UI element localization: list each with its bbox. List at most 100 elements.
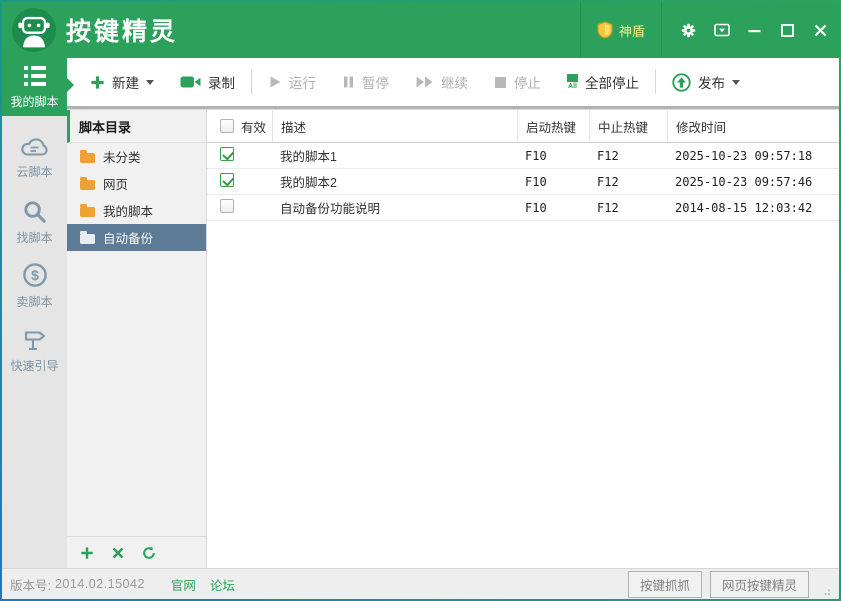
folder-label: 我的脚本 [103, 201, 153, 220]
version-value: 2014.02.15042 [55, 577, 145, 591]
row-modified: 2025-10-23 09:57:18 [675, 149, 839, 163]
column-stop-hotkey: 中止热键 [589, 110, 675, 142]
row-stop-hotkey: F12 [597, 175, 675, 189]
stop-icon [494, 76, 507, 89]
shield-icon [597, 21, 613, 39]
titlebar-separator [661, 2, 662, 58]
row-desc: 我的脚本1 [280, 146, 525, 165]
folder-item-my-scripts[interactable]: 我的脚本 [67, 197, 206, 224]
button-label: 暂停 [362, 72, 389, 92]
table-row[interactable]: 自动备份功能说明 F10 F12 2014-08-15 12:03:42 [207, 195, 839, 221]
refresh-folder-button[interactable] [142, 546, 156, 560]
pause-button[interactable]: 暂停 [329, 67, 402, 97]
sidebar-item-label: 找脚本 [16, 229, 52, 246]
table-header: 有效 描述 启动热键 中止热键 修改时间 [207, 110, 839, 143]
toolbar-separator [655, 70, 656, 94]
resize-grip[interactable] [821, 586, 831, 596]
row-checkbox[interactable] [220, 147, 234, 161]
button-label: 录制 [208, 72, 235, 92]
close-button[interactable] [804, 2, 837, 58]
folder-icon [80, 234, 95, 244]
cloud-icon [20, 136, 50, 158]
resume-button[interactable]: 继续 [402, 67, 481, 97]
sidebar-item-cloud-scripts[interactable]: 云脚本 [2, 126, 67, 190]
sidebar: 我的脚本 云脚本 找脚本 $ [2, 58, 67, 568]
forum-link[interactable]: 论坛 [210, 575, 235, 594]
button-label: 继续 [441, 72, 468, 92]
row-start-hotkey: F10 [525, 175, 597, 189]
statusbar: 版本号: 2014.02.15042 官网 论坛 按键抓抓 网页按键精灵 [2, 568, 839, 599]
close-icon [814, 24, 827, 37]
key-capture-button[interactable]: 按键抓抓 [628, 571, 702, 598]
select-all-checkbox[interactable] [220, 119, 234, 133]
row-checkbox[interactable] [220, 173, 234, 187]
button-label: 发布 [698, 72, 725, 92]
folder-panel-title: 脚本目录 [67, 110, 206, 143]
button-label: 新建 [112, 72, 139, 92]
table-row[interactable]: 我的脚本2 F10 F12 2025-10-23 09:57:46 [207, 169, 839, 195]
shield-label: 神盾 [619, 21, 645, 40]
row-stop-hotkey: F12 [597, 149, 675, 163]
column-start-hotkey: 启动热键 [517, 110, 597, 142]
minimize-icon [748, 24, 761, 37]
settings-button[interactable] [672, 2, 705, 58]
sidebar-item-label: 快速引导 [10, 357, 58, 374]
toolbar: 新建 录制 运行 [67, 58, 839, 106]
folder-icon [80, 180, 95, 190]
folder-item-auto-backup[interactable]: 自动备份 [67, 224, 206, 251]
table-row[interactable]: 我的脚本1 F10 F12 2025-10-23 09:57:18 [207, 143, 839, 169]
stop-all-icon: All [567, 74, 578, 90]
folder-actions [67, 536, 206, 568]
folder-label: 自动备份 [103, 228, 153, 247]
publish-button[interactable]: 发布 [659, 67, 753, 97]
resume-icon [415, 75, 434, 89]
folder-icon [80, 207, 95, 217]
delete-icon [112, 547, 124, 559]
column-modified: 修改时间 [667, 110, 839, 142]
row-stop-hotkey: F12 [597, 201, 675, 215]
signpost-icon [22, 326, 48, 352]
sidebar-item-label: 我的脚本 [10, 93, 58, 110]
sidebar-item-find-scripts[interactable]: 找脚本 [2, 190, 67, 254]
column-desc: 描述 [272, 110, 525, 142]
maximize-button[interactable] [771, 2, 804, 58]
record-button[interactable]: 录制 [167, 67, 248, 97]
row-modified: 2025-10-23 09:57:46 [675, 175, 839, 189]
official-site-link[interactable]: 官网 [171, 575, 196, 594]
column-valid: 有效 [241, 117, 266, 136]
stop-button[interactable]: 停止 [481, 67, 554, 97]
chevron-down-icon [146, 80, 154, 85]
toolbar-separator [251, 70, 252, 94]
add-folder-button[interactable] [80, 546, 94, 560]
pause-icon [342, 75, 355, 89]
shield-badge[interactable]: 神盾 [581, 2, 661, 58]
minimize-button[interactable] [738, 2, 771, 58]
sidebar-item-label: 云脚本 [16, 163, 52, 180]
dollar-icon: $ [22, 262, 48, 288]
folder-label: 网页 [103, 174, 128, 193]
folder-item-web[interactable]: 网页 [67, 170, 206, 197]
new-script-button[interactable]: 新建 [77, 67, 167, 97]
folder-label: 未分类 [103, 147, 141, 166]
delete-folder-button[interactable] [112, 547, 124, 559]
sidebar-item-sell-scripts[interactable]: $ 卖脚本 [2, 254, 67, 318]
minimize-to-tray-button[interactable] [705, 2, 738, 58]
run-button[interactable]: 运行 [255, 67, 329, 97]
button-label: 全部停止 [585, 72, 639, 92]
row-checkbox[interactable] [220, 199, 234, 213]
chevron-down-icon [732, 80, 740, 85]
folder-icon [80, 153, 95, 163]
folder-item-uncategorized[interactable]: 未分类 [67, 143, 206, 170]
titlebar: 按键精灵 神盾 [2, 2, 839, 58]
sidebar-item-quick-guide[interactable]: 快速引导 [2, 318, 67, 382]
web-quickmacro-button[interactable]: 网页按键精灵 [710, 571, 809, 598]
script-table: 有效 描述 启动热键 中止热键 修改时间 [207, 110, 839, 568]
tray-icon [714, 23, 730, 37]
stop-all-button[interactable]: All 全部停止 [554, 67, 652, 97]
refresh-icon [142, 546, 156, 560]
button-label: 停止 [514, 72, 541, 92]
window-frame: 按键精灵 神盾 [0, 0, 841, 601]
sidebar-item-my-scripts[interactable]: 我的脚本 [2, 58, 67, 116]
app-title: 按键精灵 [66, 12, 178, 48]
play-icon [268, 75, 282, 89]
